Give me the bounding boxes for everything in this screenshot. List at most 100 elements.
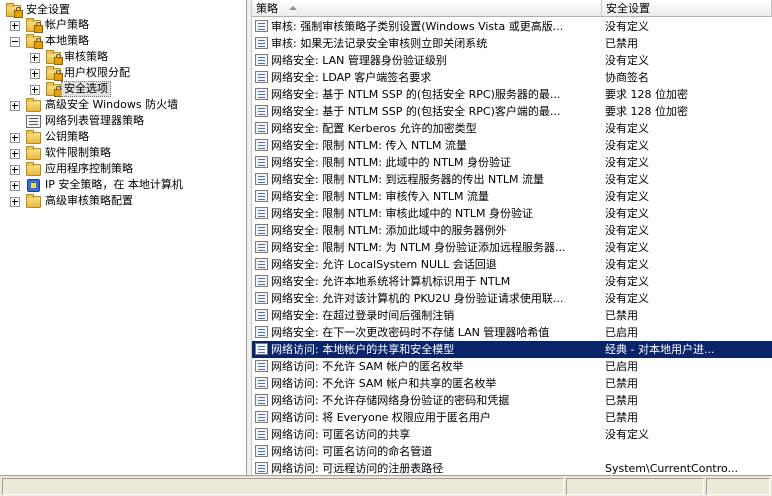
policy-row[interactable]: 网络访问: 可远程访问的注册表路径 System\CurrentContro... [252,460,772,475]
policy-item-icon [255,105,268,117]
policy-name: 网络安全: 允许 LocalSystem NULL 会话回退 [271,258,497,271]
policy-item-icon [255,88,268,100]
lock-icon [14,7,23,18]
collapse-minus-icon[interactable] [10,37,20,47]
policy-row[interactable]: 网络安全: 基于 NTLM SSP 的(包括安全 RPC)服务器的最... 要求 … [252,86,772,103]
policy-row[interactable]: 网络访问: 可匿名访问的命名管道 [252,443,772,460]
policy-name: 网络访问: 本地帐户的共享和安全模型 [271,343,455,356]
policy-name: 网络安全: 在下一次更改密码时不存储 LAN 管理器哈希值 [271,326,550,339]
policy-setting: 没有定义 [605,275,649,288]
lock-icon [34,22,43,33]
tree-label: 公钥策略 [45,130,89,143]
policy-item-icon [255,20,268,32]
folder-icon [26,34,43,49]
status-pane [706,478,770,495]
policy-setting: 没有定义 [605,258,649,271]
policy-setting: 没有定义 [605,20,649,33]
policy-name: 网络安全: 允许对该计算机的 PKU2U 身份验证请求使用联... [271,292,564,305]
policy-name: 网络安全: 限制 NTLM: 审核此域中的 NTLM 身份验证 [271,207,534,220]
policy-name: 网络安全: 限制 NTLM: 审核传入 NTLM 流量 [271,190,490,203]
policy-item-icon [255,173,268,185]
policy-setting: 没有定义 [605,156,649,169]
folder-icon [26,130,41,144]
policy-item-icon [255,139,268,151]
expand-plus-icon[interactable] [30,85,40,95]
policy-row[interactable]: 网络访问: 不允许 SAM 帐户和共享的匿名枚举 已禁用 [252,375,772,392]
policy-name: 网络访问: 可匿名访问的命名管道 [271,445,433,458]
policy-setting: 已启用 [605,326,638,339]
policy-item-icon [255,258,268,270]
policy-item-icon [255,241,268,253]
policy-item-icon [255,394,268,406]
policy-name: 网络访问: 不允许存储网络身份验证的密码和凭据 [271,394,510,407]
policy-setting: 没有定义 [605,224,649,237]
status-pane [2,478,564,495]
policy-row[interactable]: 网络安全: 允许本地系统将计算机标识用于 NTLM 没有定义 [252,273,772,290]
policy-item-icon [255,190,268,202]
policy-row[interactable]: 网络访问: 不允许存储网络身份验证的密码和凭据 已禁用 [252,392,772,409]
policy-row[interactable]: 网络安全: 限制 NTLM: 为 NTLM 身份验证添加远程服务器... 没有定义 [252,239,772,256]
policy-row[interactable]: 网络安全: 允许 LocalSystem NULL 会话回退 没有定义 [252,256,772,273]
policy-setting: 没有定义 [605,241,649,254]
policy-row[interactable]: 审核: 如果无法记录安全审核则立即关闭系统 已禁用 [252,35,772,52]
expand-plus-icon[interactable] [10,21,20,31]
policy-row[interactable]: 网络安全: 基于 NTLM SSP 的(包括安全 RPC)客户端的最... 要求 … [252,103,772,120]
policy-row[interactable]: 网络安全: 配置 Kerberos 允许的加密类型 没有定义 [252,120,772,137]
policy-item-icon [255,122,268,134]
column-header-policy[interactable]: 策略 [252,0,602,17]
policy-name: 网络安全: 允许本地系统将计算机标识用于 NTLM [271,275,511,288]
policy-setting: 已禁用 [605,377,638,390]
policy-setting: 没有定义 [605,54,649,67]
folder-icon [26,146,41,160]
column-header-label: 安全设置 [606,2,650,15]
policy-name: 网络安全: 限制 NTLM: 为 NTLM 身份验证添加远程服务器... [271,241,566,254]
expand-plus-icon[interactable] [10,101,20,111]
policy-name: 审核: 如果无法记录安全审核则立即关闭系统 [271,37,488,50]
policy-name: 网络安全: 限制 NTLM: 此域中的 NTLM 身份验证 [271,156,512,169]
policy-item-icon [255,360,268,372]
policy-row[interactable]: 网络安全: 限制 NTLM: 此域中的 NTLM 身份验证 没有定义 [252,154,772,171]
folder-icon [26,162,41,176]
policy-row[interactable]: 网络访问: 将 Everyone 权限应用于匿名用户 已禁用 [252,409,772,426]
tree-label: 高级审核策略配置 [45,194,133,207]
policy-row[interactable]: 审核: 强制审核策略子类别设置(Windows Vista 或更高版... 没有定… [252,18,772,35]
expand-plus-icon[interactable] [30,53,40,63]
policy-row[interactable]: 网络安全: 在下一次更改密码时不存储 LAN 管理器哈希值 已启用 [252,324,772,341]
policy-name: 网络访问: 可远程访问的注册表路径 [271,462,444,475]
tree-label: 审核策略 [64,50,108,63]
expand-plus-icon[interactable] [10,133,20,143]
expand-plus-icon[interactable] [10,181,20,191]
policy-setting: 没有定义 [605,207,649,220]
folder-icon [46,82,63,97]
policy-name: 网络访问: 不允许 SAM 帐户的匿名枚举 [271,360,464,373]
ipsec-icon [27,179,40,192]
policy-row[interactable]: 网络安全: 在超过登录时间后强制注销 已禁用 [252,307,772,324]
policy-row[interactable]: 网络访问: 可匿名访问的共享 没有定义 [252,426,772,443]
column-header-setting[interactable]: 安全设置 [602,0,772,17]
policy-row[interactable]: 网络安全: 限制 NTLM: 添加此域中的服务器例外 没有定义 [252,222,772,239]
folder-icon [26,18,43,33]
folder-icon [46,66,63,81]
tree-label: 软件限制策略 [45,146,111,159]
policy-name: 网络安全: 限制 NTLM: 传入 NTLM 流量 [271,139,468,152]
policy-name: 网络安全: 在超过登录时间后强制注销 [271,309,455,322]
policy-row[interactable]: 网络安全: 限制 NTLM: 到远程服务器的传出 NTLM 流量 没有定义 [252,171,772,188]
expand-plus-icon[interactable] [10,165,20,175]
expand-plus-icon[interactable] [10,197,20,207]
policy-setting: 协商签名 [605,71,649,84]
policy-row[interactable]: 网络安全: LAN 管理器身份验证级别 没有定义 [252,52,772,69]
policy-row[interactable]: 网络安全: LDAP 客户端签名要求 协商签名 [252,69,772,86]
policy-row-selected[interactable]: 网络访问: 本地帐户的共享和安全模型 经典 - 对本地用户进... [252,341,772,358]
expand-plus-icon[interactable] [30,69,40,79]
policy-row[interactable]: 网络安全: 允许对该计算机的 PKU2U 身份验证请求使用联... 没有定义 [252,290,772,307]
policy-row[interactable]: 网络安全: 限制 NTLM: 传入 NTLM 流量 没有定义 [252,137,772,154]
policy-row[interactable]: 网络访问: 不允许 SAM 帐户的匿名枚举 已启用 [252,358,772,375]
expand-plus-icon[interactable] [10,149,20,159]
folder-icon [26,194,41,208]
policy-item-icon [255,428,268,440]
policy-setting: 没有定义 [605,190,649,203]
policy-row[interactable]: 网络安全: 限制 NTLM: 审核传入 NTLM 流量 没有定义 [252,188,772,205]
policy-setting: 已禁用 [605,309,638,322]
policy-row[interactable]: 网络安全: 限制 NTLM: 审核此域中的 NTLM 身份验证 没有定义 [252,205,772,222]
tree-label: 帐户策略 [45,18,89,31]
